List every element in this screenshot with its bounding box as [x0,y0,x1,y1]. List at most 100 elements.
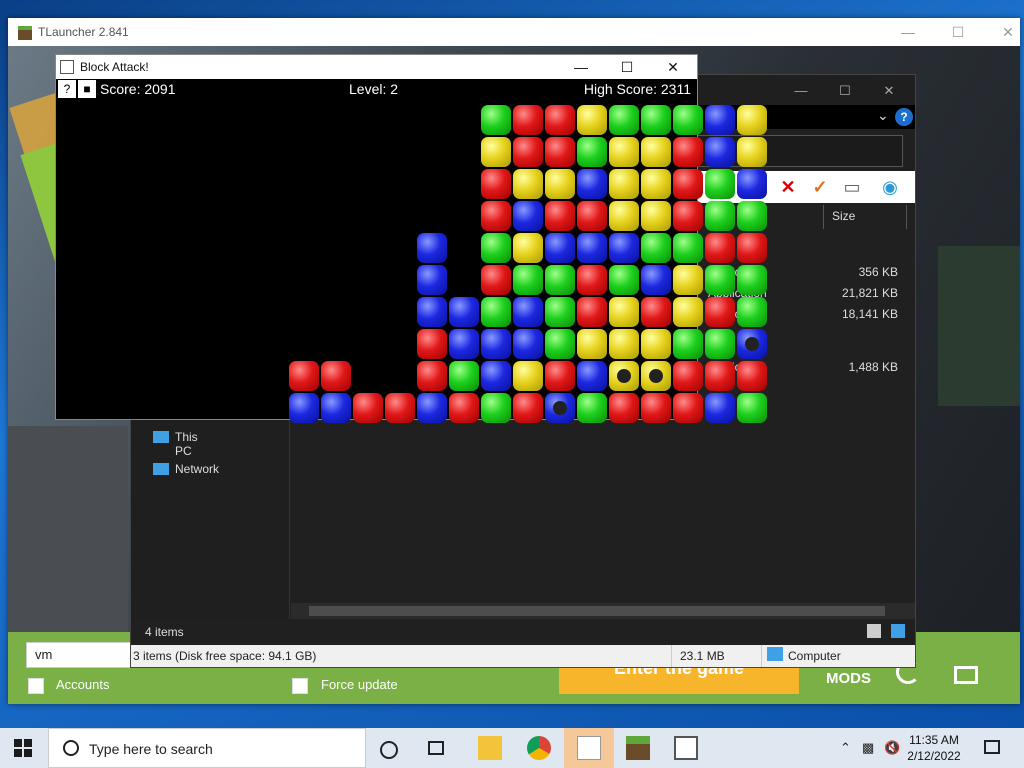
game-block[interactable] [481,169,511,199]
game-block[interactable] [321,361,351,391]
game-block[interactable] [449,329,479,359]
game-block[interactable] [577,233,607,263]
game-block[interactable] [673,329,703,359]
game-block[interactable] [705,233,735,263]
horizontal-scrollbar[interactable] [291,603,915,619]
game-block[interactable] [705,265,735,295]
game-block[interactable] [417,233,447,263]
game-block[interactable] [641,233,671,263]
chrome-icon[interactable] [527,736,551,760]
minimize-button[interactable]: — [779,81,823,101]
game-block[interactable] [737,169,767,199]
game-block[interactable] [641,105,671,135]
game-block[interactable] [609,329,639,359]
help-icon[interactable]: ? [895,108,913,126]
close-button[interactable]: ✕ [988,22,1020,42]
maximize-button[interactable]: ☐ [823,81,867,101]
game-block[interactable] [449,297,479,327]
folder-icon[interactable] [954,666,978,684]
maximize-button[interactable]: ☐ [604,57,650,77]
game-block[interactable] [513,105,543,135]
game-block[interactable] [641,137,671,167]
game-block[interactable] [449,361,479,391]
game-block[interactable] [609,201,639,231]
network-tray-icon[interactable]: ▩ [862,740,874,756]
check-icon[interactable]: ✓ [810,177,830,197]
game-block[interactable] [673,169,703,199]
globe-icon[interactable]: ◉ [880,177,900,197]
game-block[interactable] [545,137,575,167]
game-block[interactable] [481,265,511,295]
game-block[interactable] [577,265,607,295]
game-block[interactable] [289,361,319,391]
show-hidden-icons-chevron-icon[interactable]: ⌃ [840,740,851,756]
game-block[interactable] [481,137,511,167]
game-block[interactable] [545,169,575,199]
game-block[interactable] [673,137,703,167]
game-block[interactable] [673,233,703,263]
game-block[interactable] [417,329,447,359]
game-block[interactable] [737,105,767,135]
help-button[interactable]: ? [58,80,76,98]
game-block[interactable] [449,393,479,423]
game-block[interactable] [545,329,575,359]
game-block[interactable] [513,169,543,199]
game-block[interactable] [513,361,543,391]
column-size-header[interactable]: Size [832,209,855,223]
game-block[interactable] [577,329,607,359]
file-explorer-icon[interactable] [478,736,502,760]
game-block[interactable] [609,265,639,295]
close-button[interactable]: ✕ [867,81,911,101]
game-block[interactable] [481,329,511,359]
details-view-icon[interactable] [867,624,881,638]
windows-start-icon[interactable] [14,739,32,757]
game-block[interactable] [737,329,767,359]
game-block[interactable] [417,265,447,295]
game-block[interactable] [481,105,511,135]
game-block[interactable] [641,297,671,327]
game-block[interactable] [545,201,575,231]
game-block[interactable] [705,393,735,423]
minecraft-icon[interactable] [626,736,650,760]
game-block[interactable] [513,297,543,327]
game-block[interactable] [545,393,575,423]
game-block[interactable] [609,297,639,327]
block-attack-titlebar[interactable]: Block Attack! — ☐ ✕ [56,55,697,79]
taskbar-search-box[interactable]: Type here to search [48,728,366,768]
game-block[interactable] [609,393,639,423]
game-block[interactable] [737,297,767,327]
game-block[interactable] [673,361,703,391]
rename-icon[interactable]: ▭ [842,177,862,197]
game-block[interactable] [737,201,767,231]
large-icons-view-icon[interactable] [891,624,905,638]
game-block[interactable] [705,329,735,359]
game-block[interactable] [737,233,767,263]
game-block[interactable] [737,393,767,423]
task-view-icon[interactable] [428,741,444,755]
game-block[interactable] [737,265,767,295]
game-block[interactable] [513,265,543,295]
game-block[interactable] [577,169,607,199]
game-block[interactable] [545,233,575,263]
game-block[interactable] [705,201,735,231]
clock[interactable]: 11:35 AM 2/12/2022 [894,732,974,764]
game-block[interactable] [289,393,319,423]
game-block[interactable] [641,361,671,391]
minimize-button[interactable]: — [888,22,928,42]
game-block[interactable] [481,393,511,423]
game-block[interactable] [609,105,639,135]
maximize-button[interactable]: ☐ [938,22,978,42]
game-block[interactable] [481,233,511,263]
game-block[interactable] [577,393,607,423]
game-block[interactable] [545,105,575,135]
game-block[interactable] [705,105,735,135]
game-block[interactable] [321,393,351,423]
game-block[interactable] [673,265,703,295]
game-block[interactable] [641,393,671,423]
game-block[interactable] [481,201,511,231]
game-block[interactable] [385,393,415,423]
game-block[interactable] [545,361,575,391]
game-block[interactable] [545,297,575,327]
game-block[interactable] [513,233,543,263]
game-block[interactable] [513,137,543,167]
